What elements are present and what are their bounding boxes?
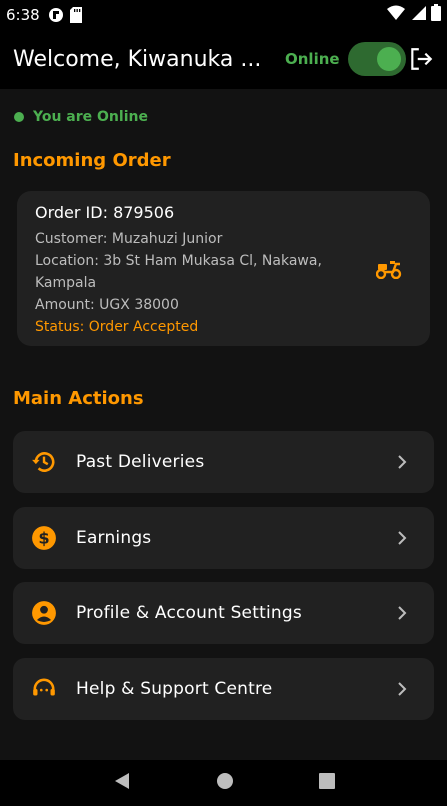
logout-button[interactable] bbox=[407, 45, 435, 73]
home-button[interactable] bbox=[216, 772, 234, 794]
main-actions-heading: Main Actions bbox=[13, 388, 144, 409]
profile-settings-button[interactable]: Profile & Account Settings bbox=[13, 582, 434, 644]
recents-button[interactable] bbox=[318, 773, 335, 793]
help-support-button[interactable]: Help & Support Centre bbox=[13, 658, 434, 720]
system-navigation-bar bbox=[0, 760, 447, 806]
online-toggle[interactable] bbox=[347, 42, 406, 76]
online-toggle-label: Online bbox=[285, 50, 340, 68]
welcome-title: Welcome, Kiwanuka ... bbox=[13, 46, 262, 72]
recents-square-icon bbox=[318, 773, 335, 789]
wifi-icon bbox=[387, 5, 405, 25]
past-deliveries-button[interactable]: Past Deliveries bbox=[13, 431, 434, 493]
chevron-right-icon bbox=[396, 454, 408, 470]
order-amount: Amount: UGX 38000 bbox=[35, 297, 179, 313]
delivery-scooter-icon bbox=[375, 259, 402, 283]
earnings-label: Earnings bbox=[76, 528, 152, 548]
app-bar: Welcome, Kiwanuka ... Online bbox=[0, 29, 447, 89]
order-status: Status: Order Accepted bbox=[35, 319, 199, 335]
order-location: Location: 3b St Ham Mukasa Cl, Nakawa, K… bbox=[35, 253, 322, 291]
chevron-right-icon bbox=[396, 605, 408, 621]
chevron-right-icon bbox=[396, 681, 408, 697]
chevron-right-icon bbox=[396, 530, 408, 546]
incoming-order-card[interactable]: Order ID: 879506 Customer: Muzahuzi Juni… bbox=[17, 191, 430, 346]
profile-settings-label: Profile & Account Settings bbox=[76, 603, 302, 623]
app-notification-icon bbox=[48, 7, 64, 23]
home-circle-icon bbox=[216, 773, 233, 789]
back-triangle-icon bbox=[114, 773, 129, 789]
past-deliveries-label: Past Deliveries bbox=[76, 452, 205, 472]
sd-card-icon bbox=[69, 6, 82, 23]
logout-icon bbox=[411, 48, 433, 70]
svg-text:$: $ bbox=[38, 528, 49, 547]
signal-icon bbox=[410, 5, 426, 25]
system-status-bar: 6:38 bbox=[0, 0, 447, 29]
online-status-text: You are Online bbox=[33, 109, 148, 125]
support-agent-icon bbox=[31, 676, 57, 702]
online-dot bbox=[14, 112, 24, 122]
help-support-label: Help & Support Centre bbox=[76, 679, 273, 699]
account-icon bbox=[31, 600, 57, 626]
toggle-knob bbox=[376, 47, 401, 71]
incoming-order-heading: Incoming Order bbox=[13, 150, 171, 171]
dollar-icon: $ bbox=[31, 525, 57, 551]
history-icon bbox=[31, 449, 57, 475]
online-status-indicator: You are Online bbox=[14, 109, 148, 125]
driver-home-screen: 6:38 Welcome, Kiwanuka ... Online You ar… bbox=[0, 0, 447, 806]
back-button[interactable] bbox=[113, 772, 131, 794]
status-time: 6:38 bbox=[6, 5, 40, 24]
earnings-button[interactable]: $ Earnings bbox=[13, 507, 434, 569]
order-customer: Customer: Muzahuzi Junior bbox=[35, 231, 223, 247]
battery-icon bbox=[431, 4, 441, 25]
order-id: Order ID: 879506 bbox=[35, 203, 175, 222]
